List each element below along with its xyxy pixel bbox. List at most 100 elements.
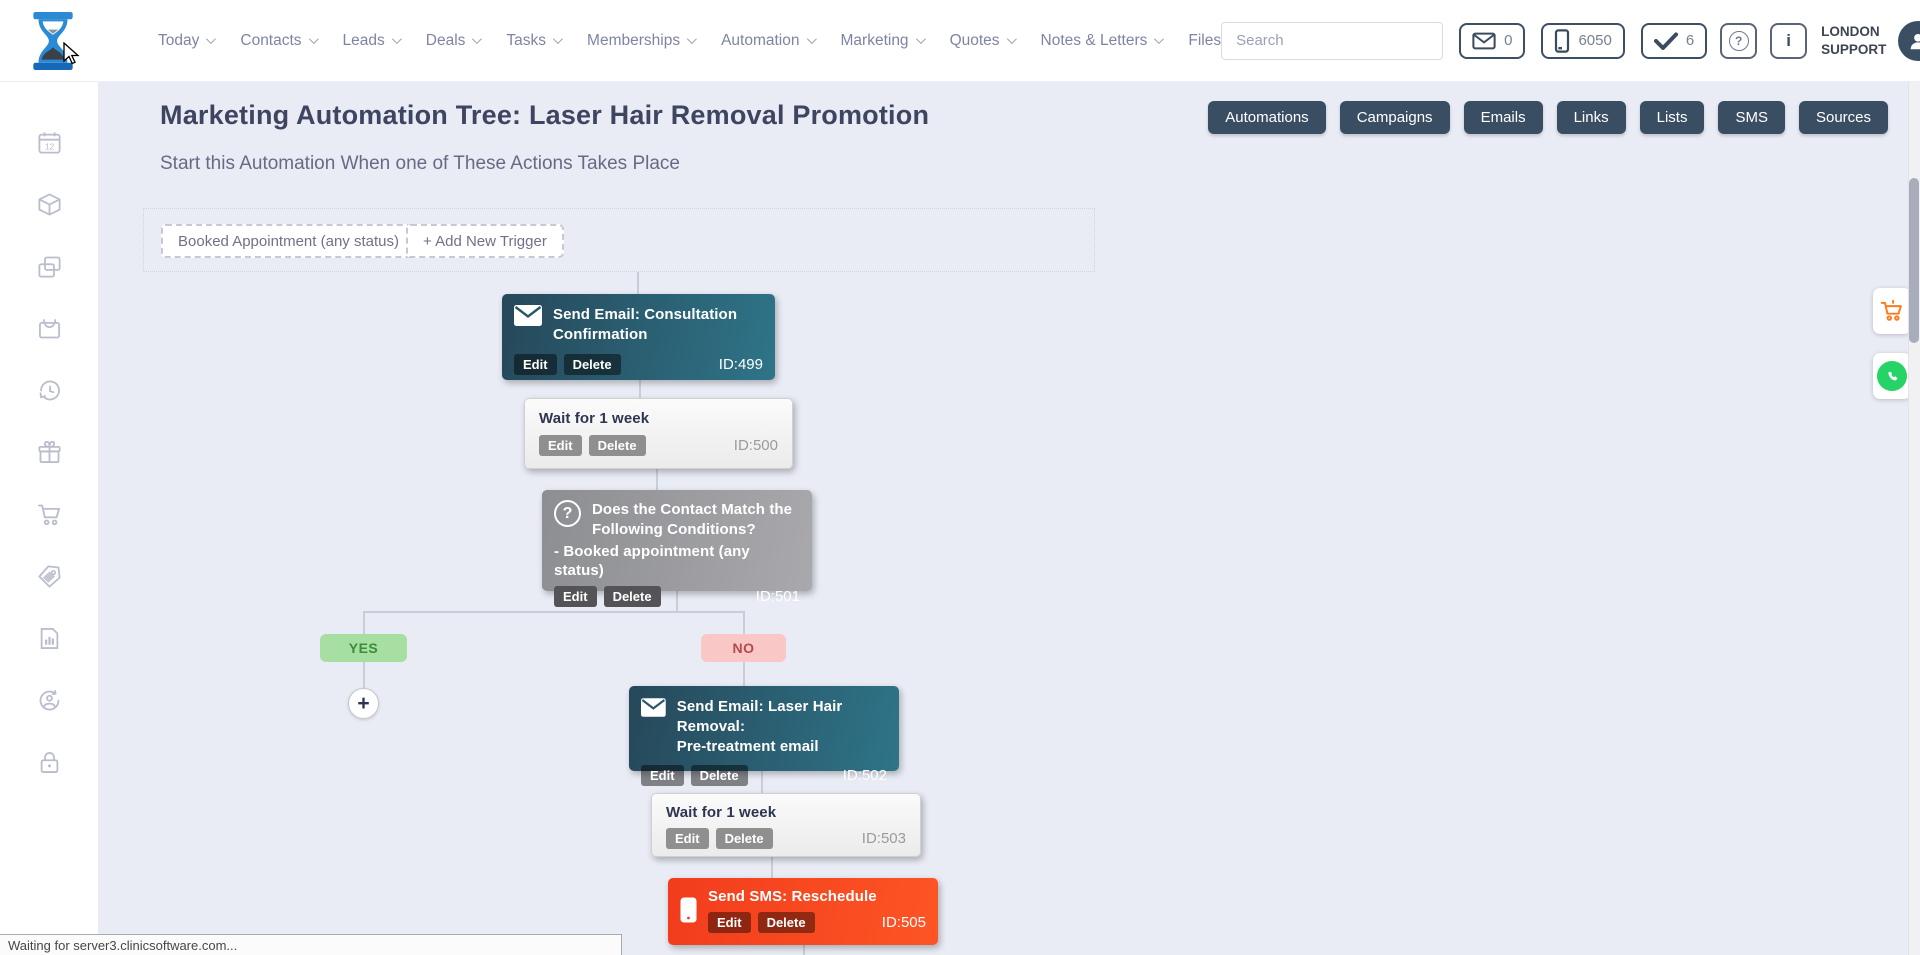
report-icon[interactable] (34, 624, 64, 652)
nav-label: Quotes (950, 32, 1000, 50)
node-title: Send Email: Laser Hair Removal: Pre-trea… (677, 697, 887, 756)
account-sync-icon[interactable] (34, 686, 64, 714)
node-title: Wait for 1 week (666, 803, 906, 823)
connector-line (639, 380, 641, 398)
delete-button[interactable]: Delete (604, 586, 661, 607)
triggers-container: Booked Appointment (any status) + Add Ne… (143, 208, 1095, 272)
delete-button[interactable]: Delete (758, 912, 815, 933)
nav-tasks[interactable]: Tasks (506, 32, 560, 50)
nav-memberships[interactable]: Memberships (587, 32, 694, 50)
edit-button[interactable]: Edit (554, 586, 597, 607)
lock-icon[interactable] (34, 748, 64, 776)
nav-notes-letters[interactable]: Notes & Letters (1041, 32, 1162, 50)
nav-automation[interactable]: Automation (721, 32, 813, 50)
help-button[interactable] (1720, 23, 1757, 59)
history-icon[interactable] (34, 376, 64, 404)
node-id: ID:503 (862, 830, 906, 847)
calendar-icon[interactable]: 12 (34, 128, 64, 156)
help-icon (1729, 31, 1749, 51)
nav-label: Tasks (506, 32, 546, 50)
whatsapp-widget-button[interactable] (1873, 353, 1911, 399)
tags-icon[interactable] (34, 562, 64, 590)
chevron-down-icon (806, 34, 816, 44)
connector-line (771, 857, 773, 878)
package-icon[interactable] (34, 190, 64, 218)
node-id: ID:501 (756, 588, 800, 605)
page-scrollbar[interactable] (1908, 82, 1920, 955)
nav-today[interactable]: Today (158, 32, 213, 50)
info-button[interactable] (1770, 23, 1807, 59)
nav-contacts[interactable]: Contacts (240, 32, 315, 50)
delete-button[interactable]: Delete (564, 354, 621, 375)
user-avatar[interactable] (1898, 21, 1920, 61)
sources-button[interactable]: Sources (1799, 101, 1888, 134)
scrollbar-thumb[interactable] (1909, 178, 1919, 343)
main-nav: Today Contacts Leads Deals Tasks Members… (158, 32, 1221, 50)
lists-button[interactable]: Lists (1640, 101, 1705, 134)
flow-node-condition-501[interactable]: Does the Contact Match the Following Con… (542, 490, 812, 591)
edit-button[interactable]: Edit (514, 354, 557, 375)
delete-button[interactable]: Delete (716, 828, 773, 849)
messages-count: 0 (1504, 32, 1512, 49)
nav-label: Memberships (587, 32, 680, 50)
calls-count: 6050 (1578, 32, 1611, 49)
node-title: Send Email: Consultation Confirmation (553, 305, 737, 345)
account-name-line2: SUPPORT (1821, 41, 1886, 59)
nav-label: Marketing (841, 32, 909, 50)
left-sidebar: 12 (0, 82, 98, 955)
info-icon (1786, 31, 1791, 51)
nav-files[interactable]: Files (1188, 32, 1221, 50)
messages-button[interactable]: 0 (1459, 23, 1525, 59)
nav-label: Notes & Letters (1041, 32, 1148, 50)
phone-icon (680, 897, 697, 923)
nav-marketing[interactable]: Marketing (841, 32, 923, 50)
flow-node-email-502[interactable]: Send Email: Laser Hair Removal: Pre-trea… (629, 686, 899, 771)
sms-button[interactable]: SMS (1718, 101, 1785, 134)
flow-node-wait-503[interactable]: Wait for 1 week Edit Delete ID:503 (651, 793, 921, 857)
flow-node-wait-500[interactable]: Wait for 1 week Edit Delete ID:500 (524, 398, 793, 469)
gift-icon[interactable] (34, 438, 64, 466)
emails-button[interactable]: Emails (1464, 101, 1543, 134)
add-step-button[interactable]: + (348, 688, 379, 719)
connector-line (656, 469, 658, 490)
mail-icon (1472, 32, 1496, 50)
calls-button[interactable]: 6050 (1541, 23, 1624, 59)
add-new-trigger-button[interactable]: + Add New Trigger (406, 224, 564, 258)
nav-label: Files (1188, 32, 1221, 50)
app-logo[interactable] (30, 12, 76, 70)
nav-quotes[interactable]: Quotes (950, 32, 1014, 50)
nav-label: Contacts (240, 32, 301, 50)
edit-button[interactable]: Edit (666, 828, 709, 849)
browser-status-bar: Waiting for server3.clinicsoftware.com..… (0, 934, 622, 955)
bag-download-icon[interactable] (34, 314, 64, 342)
connector-line (637, 272, 639, 294)
cart-icon[interactable] (34, 500, 64, 528)
automations-button[interactable]: Automations (1208, 101, 1325, 134)
delete-button[interactable]: Delete (691, 765, 748, 786)
nav-deals[interactable]: Deals (426, 32, 480, 50)
flow-node-email-499[interactable]: Send Email: Consultation Confirmation Ed… (502, 294, 775, 380)
nav-label: Automation (721, 32, 799, 50)
check-icon (1654, 32, 1678, 50)
edit-button[interactable]: Edit (539, 435, 582, 456)
top-navbar: Today Contacts Leads Deals Tasks Members… (0, 0, 1920, 82)
account-name: LONDON SUPPORT (1821, 23, 1886, 58)
campaigns-button[interactable]: Campaigns (1340, 101, 1450, 134)
user-icon (1907, 30, 1920, 52)
tasks-button[interactable]: 6 (1641, 23, 1707, 59)
pages-icon[interactable] (34, 252, 64, 280)
edit-button[interactable]: Edit (641, 765, 684, 786)
connector-line (743, 611, 745, 634)
nav-label: Deals (426, 32, 466, 50)
delete-button[interactable]: Delete (589, 435, 646, 456)
trigger-booked-appointment[interactable]: Booked Appointment (any status) (161, 224, 416, 258)
nav-leads[interactable]: Leads (343, 32, 399, 50)
node-condition-text: - Booked appointment (any status) (554, 542, 800, 582)
search-input[interactable] (1222, 32, 1443, 49)
flow-node-sms-505[interactable]: Send SMS: Reschedule Edit Delete ID:505 (668, 878, 938, 945)
links-button[interactable]: Links (1557, 101, 1626, 134)
edit-button[interactable]: Edit (708, 912, 751, 933)
search-box (1221, 22, 1443, 60)
connector-line (743, 662, 745, 686)
cart-widget-button[interactable] (1873, 288, 1911, 334)
